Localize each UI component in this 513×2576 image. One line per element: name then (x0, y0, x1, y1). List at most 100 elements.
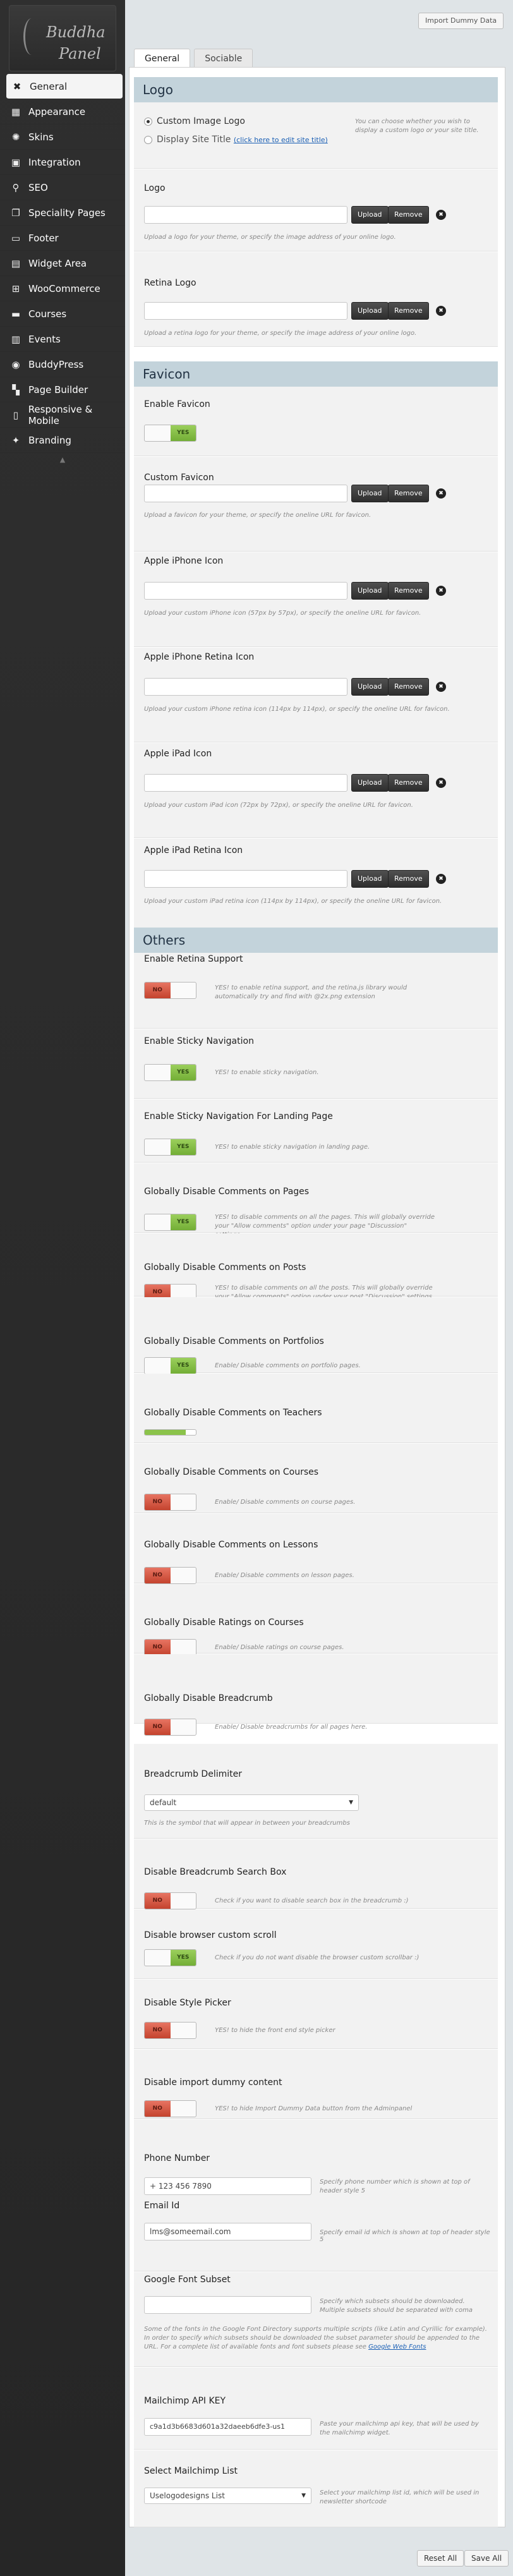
logo-upload-button[interactable]: Upload (351, 206, 389, 224)
logo-remove-button[interactable]: Remove (388, 206, 429, 224)
style-picker-toggle[interactable]: NOYES (144, 2022, 196, 2039)
breadcrumb-search-label: Disable Breadcrumb Search Box (144, 1867, 287, 1877)
custom-favicon-desc: Upload a favicon for your theme, or spec… (144, 512, 371, 519)
search-icon: ⚲ (12, 181, 20, 193)
enable-favicon-toggle[interactable]: NOYES (144, 425, 196, 442)
sidebar-item-general[interactable]: ✖ General (6, 74, 123, 99)
import-dummy-data-button[interactable]: Import Dummy Data (418, 13, 504, 29)
reset-all-button[interactable]: Reset All (417, 2550, 464, 2567)
toggle-yes-side: YES (170, 1950, 196, 1966)
tab-general[interactable]: General (134, 49, 191, 69)
style-picker-desc: YES! to hide the front end style picker (215, 2027, 335, 2034)
retina-logo-upload-button[interactable]: Upload (351, 302, 389, 320)
sidebar-item-seo[interactable]: ⚲ SEO (0, 175, 125, 200)
custom-favicon-url-input[interactable] (144, 485, 347, 502)
mailchimp-key-desc: Paste your mailchimp api key, that will … (320, 2421, 479, 2436)
code-icon: ▣ (11, 156, 21, 168)
ipad-icon-delete-icon[interactable]: ✖ (436, 778, 446, 788)
ipad-retina-icon-remove-button[interactable]: Remove (388, 870, 429, 888)
sidebar-item-courses[interactable]: ▬ Courses (0, 301, 125, 327)
sticky-landing-toggle[interactable]: NOYES (144, 1139, 196, 1156)
toggle-no-side: NO (145, 1494, 171, 1510)
comments-portfolios-toggle[interactable]: NOYES (144, 1357, 196, 1374)
ipad-retina-icon-delete-icon[interactable]: ✖ (436, 874, 446, 884)
ipad-icon-upload-button[interactable]: Upload (351, 774, 389, 792)
sidebar-item-speciality-pages[interactable]: ❐ Speciality Pages (0, 200, 125, 226)
ipad-retina-icon-url-input[interactable] (144, 870, 347, 888)
custom-image-logo-radio[interactable] (144, 118, 152, 126)
import-dummy-toggle[interactable]: NOYES (144, 2100, 196, 2117)
sidebar-item-events[interactable]: ▥ Events (0, 327, 125, 352)
font-subset-input[interactable] (144, 2296, 311, 2314)
tab-sociable[interactable]: Sociable (194, 49, 253, 68)
toggle-no-side: NO (145, 1358, 171, 1374)
sticky-nav-desc: YES! to enable sticky navigation. (215, 1069, 319, 1076)
iphone-icon-delete-icon[interactable]: ✖ (436, 586, 446, 596)
iphone-retina-icon-url-input[interactable] (144, 678, 347, 696)
sidebar-item-woocommerce[interactable]: ⊞ WooCommerce (0, 276, 125, 301)
iphone-icon-label: Apple iPhone Icon (144, 556, 224, 566)
sidebar-item-responsive-mobile[interactable]: ▯ Responsive & Mobile (0, 402, 125, 428)
font-subset-note-text: Some of the fonts in the Google Font Dir… (144, 2326, 487, 2350)
edit-site-title-link[interactable]: (click here to edit site title) (234, 136, 328, 144)
sidebar-item-skins[interactable]: ✺ Skins (0, 124, 125, 150)
breadcrumb-label: Globally Disable Breadcrumb (144, 1693, 273, 1703)
custom-favicon-upload-button[interactable]: Upload (351, 485, 389, 502)
sticky-nav-toggle[interactable]: NOYES (144, 1064, 196, 1081)
toggle-no-side: NO (145, 1139, 171, 1155)
comments-courses-toggle[interactable]: NOYES (144, 1494, 196, 1511)
toggle-yes-side: YES (170, 425, 196, 441)
breadcrumb-search-toggle[interactable]: NOYES (144, 1892, 196, 1909)
iphone-retina-icon-label: Apple iPhone Retina Icon (144, 652, 255, 662)
sidebar-item-integration[interactable]: ▣ Integration (0, 150, 125, 175)
sidebar-item-label: Widget Area (28, 257, 87, 269)
comments-lessons-toggle[interactable]: NOYES (144, 1567, 196, 1584)
retina-support-toggle[interactable]: NOYES (144, 982, 196, 999)
logo-choice-desc: You can choose whether you wish to displ… (355, 118, 479, 134)
retina-logo-delete-icon[interactable]: ✖ (436, 306, 446, 316)
comments-teachers-slider[interactable] (144, 1429, 196, 1436)
sidebar-item-page-builder[interactable]: ▚ Page Builder (0, 377, 125, 402)
iphone-icon-remove-button[interactable]: Remove (388, 582, 429, 600)
ipad-icon-url-input[interactable] (144, 774, 347, 792)
sidebar-item-appearance[interactable]: ▦ Appearance (0, 99, 125, 124)
iphone-retina-icon-remove-button[interactable]: Remove (388, 678, 429, 696)
display-site-title-radio[interactable] (144, 136, 152, 144)
save-all-button[interactable]: Save All (464, 2550, 509, 2567)
breadcrumb-delimiter-select[interactable]: default ▼ (144, 1794, 359, 1811)
sidebar-item-branding[interactable]: ✦ Branding (0, 428, 125, 453)
custom-scroll-block (134, 1909, 498, 1979)
iphone-icon-upload-button[interactable]: Upload (351, 582, 389, 600)
sidebar-item-widget-area[interactable]: ▤ Widget Area (0, 251, 125, 276)
phone-input[interactable]: + 123 456 7890 (144, 2177, 311, 2195)
mailchimp-list-select[interactable]: Uselogodesigns List ▼ (144, 2488, 311, 2504)
iphone-icon-url-input[interactable] (144, 582, 347, 600)
comments-pages-toggle[interactable]: NOYES (144, 1214, 196, 1231)
breadcrumb-delimiter-desc: This is the symbol that will appear in b… (144, 1820, 350, 1827)
sticky-landing-desc: YES! to enable sticky navigation in land… (215, 1144, 370, 1151)
mailchimp-key-input[interactable]: c9a1d3b6683d601a32daeeb6dfe3-us1 (144, 2418, 311, 2436)
email-input[interactable]: lms@someemail.com (144, 2223, 311, 2240)
custom-scroll-toggle[interactable]: NOYES (144, 1949, 196, 1966)
iphone-icon-block (134, 552, 498, 647)
sidebar-item-footer[interactable]: ▭ Footer (0, 226, 125, 251)
ipad-icon-remove-button[interactable]: Remove (388, 774, 429, 792)
logo-delete-icon[interactable]: ✖ (436, 210, 446, 220)
sidebar-item-buddypress[interactable]: ◉ BuddyPress (0, 352, 125, 377)
email-desc: Specify email id which is shown at top o… (320, 2229, 490, 2243)
google-web-fonts-link[interactable]: Google Web Fonts (368, 2343, 426, 2350)
retina-logo-remove-button[interactable]: Remove (388, 302, 429, 320)
ipad-retina-icon-upload-button[interactable]: Upload (351, 870, 389, 888)
custom-favicon-delete-icon[interactable]: ✖ (436, 488, 446, 499)
iphone-retina-icon-upload-button[interactable]: Upload (351, 678, 389, 696)
custom-favicon-remove-button[interactable]: Remove (388, 485, 429, 502)
breadcrumb-toggle[interactable]: NOYES (144, 1719, 196, 1736)
sidebar-item-label: Page Builder (28, 384, 88, 396)
toggle-yes-side: YES (171, 1893, 196, 1909)
phone-desc: Specify phone number which is shown at t… (320, 2179, 470, 2194)
logo-url-input[interactable] (144, 206, 347, 224)
retina-logo-url-input[interactable] (144, 302, 347, 320)
ratings-courses-toggle[interactable]: NOYES (144, 1639, 196, 1656)
buddha-panel-logo: Buddha Panel (9, 5, 116, 71)
iphone-retina-icon-delete-icon[interactable]: ✖ (436, 682, 446, 692)
